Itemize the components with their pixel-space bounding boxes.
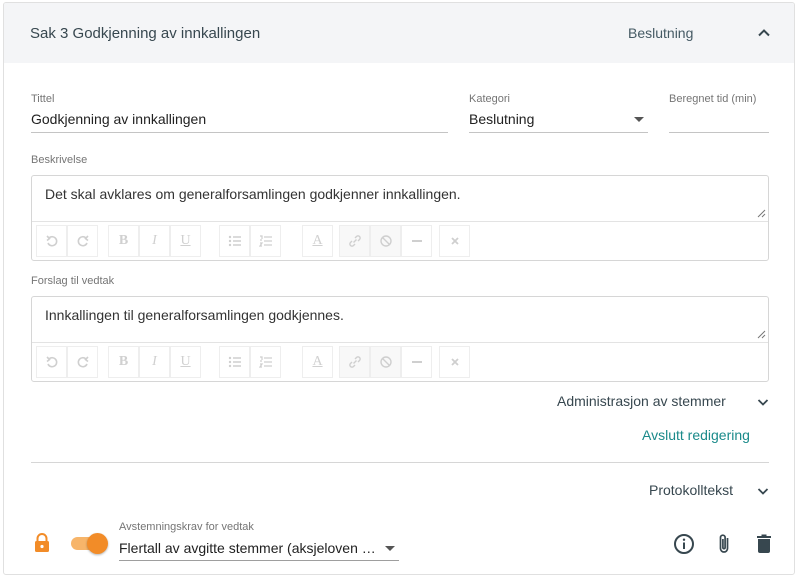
title-field[interactable]: Godkjenning av innkallingen: [31, 111, 206, 127]
voting-toggle[interactable]: [71, 533, 109, 554]
voting-requirement-underline: [119, 560, 399, 561]
numbered-list-icon[interactable]: [250, 225, 281, 257]
voting-requirement-select[interactable]: Flertall av avgitte stemmer (aksjeloven …: [119, 540, 379, 556]
section-divider: [31, 462, 769, 463]
unlink-icon[interactable]: [370, 346, 401, 378]
horizontal-rule-icon[interactable]: [401, 225, 432, 257]
agenda-item-card: Sak 3 Godkjenning av innkallingen Beslut…: [3, 2, 795, 575]
description-label: Beskrivelse: [31, 154, 88, 166]
agenda-item-category: Beslutning: [628, 25, 694, 41]
toggle-knob: [87, 533, 108, 554]
agenda-item-title: Sak 3 Godkjenning av innkallingen: [30, 25, 261, 42]
bold-icon[interactable]: B: [108, 225, 139, 257]
redo-icon[interactable]: [67, 346, 98, 378]
protocol-text-toggle[interactable]: Protokolltekst: [649, 482, 733, 498]
time-field-label: Beregnet tid (min): [669, 93, 757, 105]
category-select-underline: [469, 132, 648, 133]
bold-icon[interactable]: B: [108, 346, 139, 378]
italic-icon[interactable]: I: [139, 346, 170, 378]
description-editor[interactable]: Det skal avklares om generalforsamlingen…: [31, 175, 769, 261]
trash-icon[interactable]: [752, 532, 776, 556]
agenda-item-header[interactable]: Sak 3 Godkjenning av innkallingen Beslut…: [4, 3, 794, 63]
text-color-icon[interactable]: A: [302, 225, 333, 257]
dropdown-arrow-icon[interactable]: [385, 546, 395, 551]
unlink-icon[interactable]: [370, 225, 401, 257]
title-field-underline: [31, 132, 448, 133]
editor-divider: [32, 342, 768, 343]
underline-icon[interactable]: U: [170, 346, 201, 378]
chevron-down-icon[interactable]: [755, 394, 771, 410]
chevron-down-icon[interactable]: [755, 483, 771, 499]
finish-editing-button[interactable]: Avslutt redigering: [642, 427, 750, 443]
info-icon[interactable]: [672, 532, 696, 556]
link-icon[interactable]: [339, 346, 370, 378]
estimated-time-underline: [669, 132, 769, 133]
redo-icon[interactable]: [67, 225, 98, 257]
votes-admin-toggle[interactable]: Administrasjon av stemmer: [557, 393, 726, 409]
clear-format-icon[interactable]: [439, 225, 470, 257]
italic-icon[interactable]: I: [139, 225, 170, 257]
chevron-up-icon[interactable]: [754, 23, 774, 43]
bullet-list-icon[interactable]: [219, 225, 250, 257]
editor-divider: [32, 221, 768, 222]
undo-icon[interactable]: [36, 346, 67, 378]
bullet-list-icon[interactable]: [219, 346, 250, 378]
resize-handle-icon[interactable]: [757, 330, 766, 339]
lock-icon[interactable]: [32, 532, 52, 554]
undo-icon[interactable]: [36, 225, 67, 257]
underline-icon[interactable]: U: [170, 225, 201, 257]
category-select[interactable]: Beslutning: [469, 111, 534, 127]
attachment-icon[interactable]: [712, 532, 736, 556]
resize-handle-icon[interactable]: [757, 209, 766, 218]
description-text[interactable]: Det skal avklares om generalforsamlingen…: [45, 186, 461, 202]
dropdown-arrow-icon[interactable]: [634, 117, 644, 122]
link-icon[interactable]: [339, 225, 370, 257]
numbered-list-icon[interactable]: [250, 346, 281, 378]
category-field-label: Kategori: [469, 93, 510, 105]
proposal-editor[interactable]: Innkallingen til generalforsamlingen god…: [31, 296, 769, 382]
voting-requirement-label: Avstemningskrav for vedtak: [119, 521, 254, 533]
proposal-label: Forslag til vedtak: [31, 275, 115, 287]
horizontal-rule-icon[interactable]: [401, 346, 432, 378]
proposal-text[interactable]: Innkallingen til generalforsamlingen god…: [45, 307, 344, 323]
title-field-label: Tittel: [31, 93, 55, 105]
clear-format-icon[interactable]: [439, 346, 470, 378]
text-color-icon[interactable]: A: [302, 346, 333, 378]
